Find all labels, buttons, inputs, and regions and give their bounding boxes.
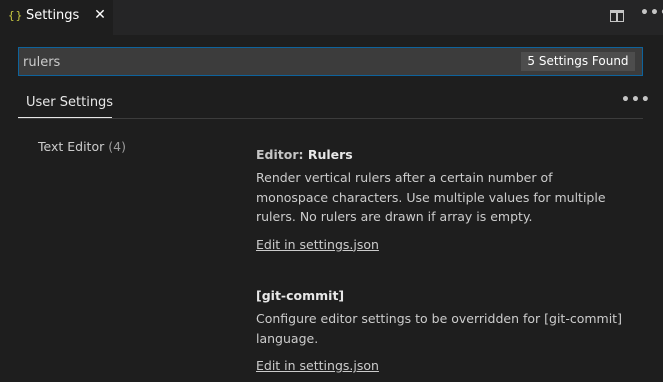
setting-title: [git-commit]	[256, 287, 626, 305]
tab-settings[interactable]: {} Settings ✕	[0, 0, 113, 35]
active-tab-indicator	[18, 117, 112, 118]
split-editor-icon[interactable]	[610, 10, 624, 22]
setting-category: Editor:	[256, 147, 308, 162]
settings-more-icon[interactable]: •••	[621, 92, 651, 108]
setting-name: [git-commit]	[256, 288, 345, 303]
settings-search-box: 5 Settings Found	[18, 47, 643, 76]
toc-item-text-editor[interactable]: Text Editor (4)	[38, 139, 126, 154]
search-input[interactable]	[23, 53, 503, 71]
json-braces-icon: {}	[8, 9, 24, 22]
edit-in-settings-json-link[interactable]: Edit in settings.json	[256, 358, 379, 373]
setting-item-git-commit: [git-commit] Configure editor settings t…	[256, 287, 626, 374]
setting-description: Render vertical rulers after a certain n…	[256, 170, 606, 224]
close-icon[interactable]: ✕	[92, 7, 108, 23]
toc-item-count: (4)	[108, 139, 126, 154]
setting-item-editor-rulers: Editor: Rulers Render vertical rulers af…	[256, 146, 626, 253]
settings-header-divider	[18, 118, 643, 119]
tab-label: Settings	[26, 8, 80, 23]
edit-in-settings-json-link[interactable]: Edit in settings.json	[256, 237, 379, 252]
more-actions-icon[interactable]: •••	[640, 5, 663, 21]
editor-tab-bar: {} Settings ✕ •••	[0, 0, 663, 35]
toc-item-label: Text Editor	[38, 139, 105, 154]
search-result-count-badge: 5 Settings Found	[521, 52, 635, 71]
tab-user-settings[interactable]: User Settings	[26, 95, 113, 110]
setting-title: Editor: Rulers	[256, 146, 626, 164]
setting-description: Configure editor settings to be overridd…	[256, 311, 622, 346]
setting-name: Rulers	[307, 147, 353, 162]
